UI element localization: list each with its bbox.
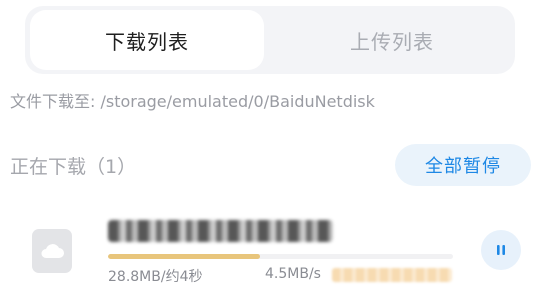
download-path: 文件下载至: /storage/emulated/0/BaiduNetdisk <box>10 92 375 111</box>
file-name-redacted <box>108 220 333 242</box>
tab-upload-list[interactable]: 上传列表 <box>275 10 509 70</box>
tab-download-list[interactable]: 下载列表 <box>30 10 264 70</box>
section-title: 正在下载（1） <box>10 156 137 178</box>
progress-bar <box>108 254 453 259</box>
speed-text: 4.5MB/s <box>265 266 321 282</box>
pause-icon <box>497 245 505 255</box>
cloud-icon <box>32 229 72 273</box>
pause-button[interactable] <box>481 230 521 270</box>
speed-info-redacted <box>332 268 452 282</box>
download-page: 下载列表 上传列表 文件下载至: /storage/emulated/0/Bai… <box>0 0 536 299</box>
progress-fill <box>108 254 260 259</box>
pause-all-button[interactable]: 全部暂停 <box>395 144 531 186</box>
size-time-text: 28.8MB/约4秒 <box>108 269 203 285</box>
tab-bar: 下载列表 上传列表 <box>25 6 515 74</box>
